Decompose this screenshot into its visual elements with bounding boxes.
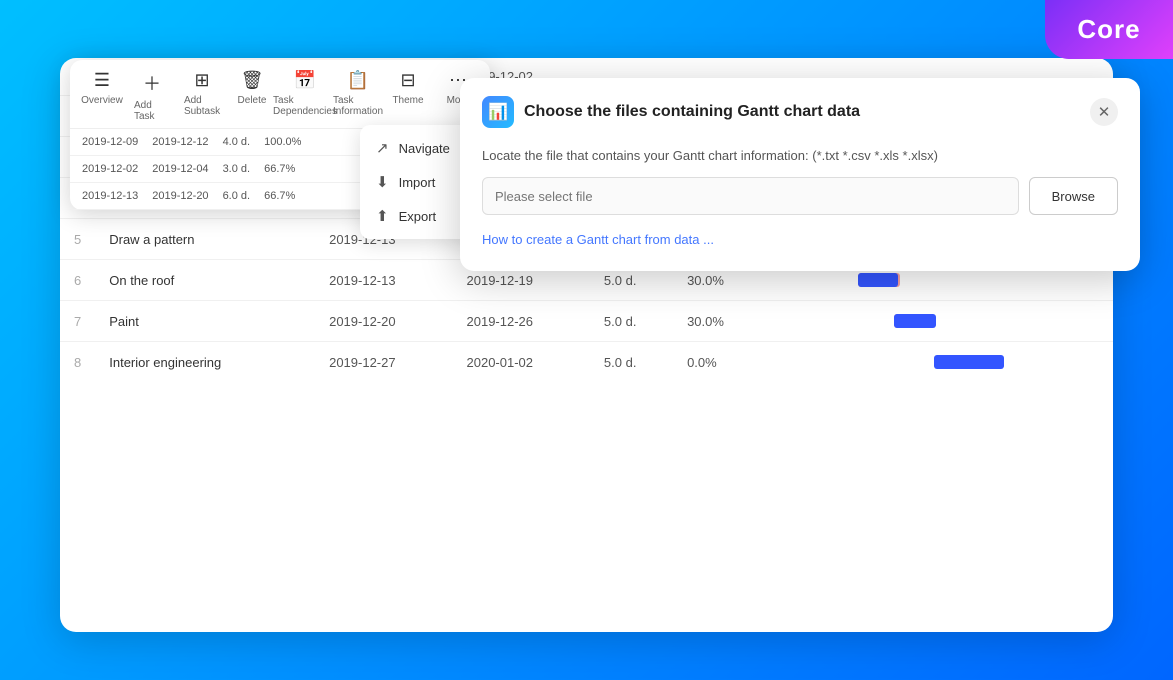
gantt-bar-cell	[772, 342, 1113, 383]
end-date: 2019-12-26	[453, 301, 590, 342]
progress: 0.0%	[673, 342, 772, 383]
row-number: 6	[60, 260, 95, 301]
dialog-body: Locate the file that contains your Gantt…	[460, 142, 1140, 271]
row-number: 7	[60, 301, 95, 342]
help-link[interactable]: How to create a Gantt chart from data ..…	[482, 232, 714, 247]
toolbar-icons-row: ☰Overview ＋Add Task ⊞Add Subtask 🗑Delete 📅Ta…	[70, 60, 490, 129]
browse-button[interactable]: Browse	[1029, 177, 1118, 215]
task-name: Interior engineering	[95, 342, 315, 383]
progress: 30.0%	[673, 301, 772, 342]
task-information-icon[interactable]: 📋Task Information	[340, 70, 376, 117]
start-date: 2019-12-27	[315, 342, 452, 383]
dialog-close-button[interactable]: ✕	[1090, 98, 1118, 126]
duration: 5.0 d.	[590, 301, 673, 342]
task-dependencies-icon[interactable]: 📅Task Dependencies	[284, 70, 326, 117]
dialog-header: 📊 Choose the files containing Gantt char…	[460, 78, 1140, 142]
dialog-description: Locate the file that contains your Gantt…	[482, 148, 1118, 163]
toolbar-window: ☰Overview ＋Add Task ⊞Add Subtask 🗑Delete 📅Ta…	[70, 60, 490, 210]
table-row: 8 Interior engineering 2019-12-27 2020-0…	[60, 342, 1113, 383]
file-chooser-dialog: 📊 Choose the files containing Gantt char…	[460, 78, 1140, 271]
table-row: 7 Paint 2019-12-20 2019-12-26 5.0 d. 30.…	[60, 301, 1113, 342]
file-path-input[interactable]	[482, 177, 1019, 215]
end-date: 2020-01-02	[453, 342, 590, 383]
navigate-icon: ↗	[376, 139, 389, 157]
task-name: Draw a pattern	[95, 219, 315, 260]
export-icon: ⬆	[376, 207, 389, 225]
gantt-bar-cell	[772, 301, 1113, 342]
row-number: 5	[60, 219, 95, 260]
task-name: On the roof	[95, 260, 315, 301]
duration: 5.0 d.	[590, 342, 673, 383]
add-subtask-icon[interactable]: ⊞Add Subtask	[184, 70, 220, 117]
start-date: 2019-12-20	[315, 301, 452, 342]
start-date: 2019-12-13	[315, 260, 452, 301]
core-logo-text: Core	[1077, 14, 1140, 45]
file-input-row: Browse	[482, 177, 1118, 215]
delete-icon[interactable]: 🗑Delete	[234, 70, 270, 106]
add-task-icon[interactable]: ＋Add Task	[134, 70, 170, 122]
overview-icon[interactable]: ☰Overview	[84, 70, 120, 106]
task-name: Paint	[95, 301, 315, 342]
row-number: 8	[60, 342, 95, 383]
dialog-title: Choose the files containing Gantt chart …	[524, 103, 1080, 121]
theme-icon[interactable]: ⊟Theme	[390, 70, 426, 106]
import-icon: ⬇	[376, 173, 389, 191]
dialog-icon: 📊	[482, 96, 514, 128]
core-logo: Core	[1045, 0, 1173, 59]
